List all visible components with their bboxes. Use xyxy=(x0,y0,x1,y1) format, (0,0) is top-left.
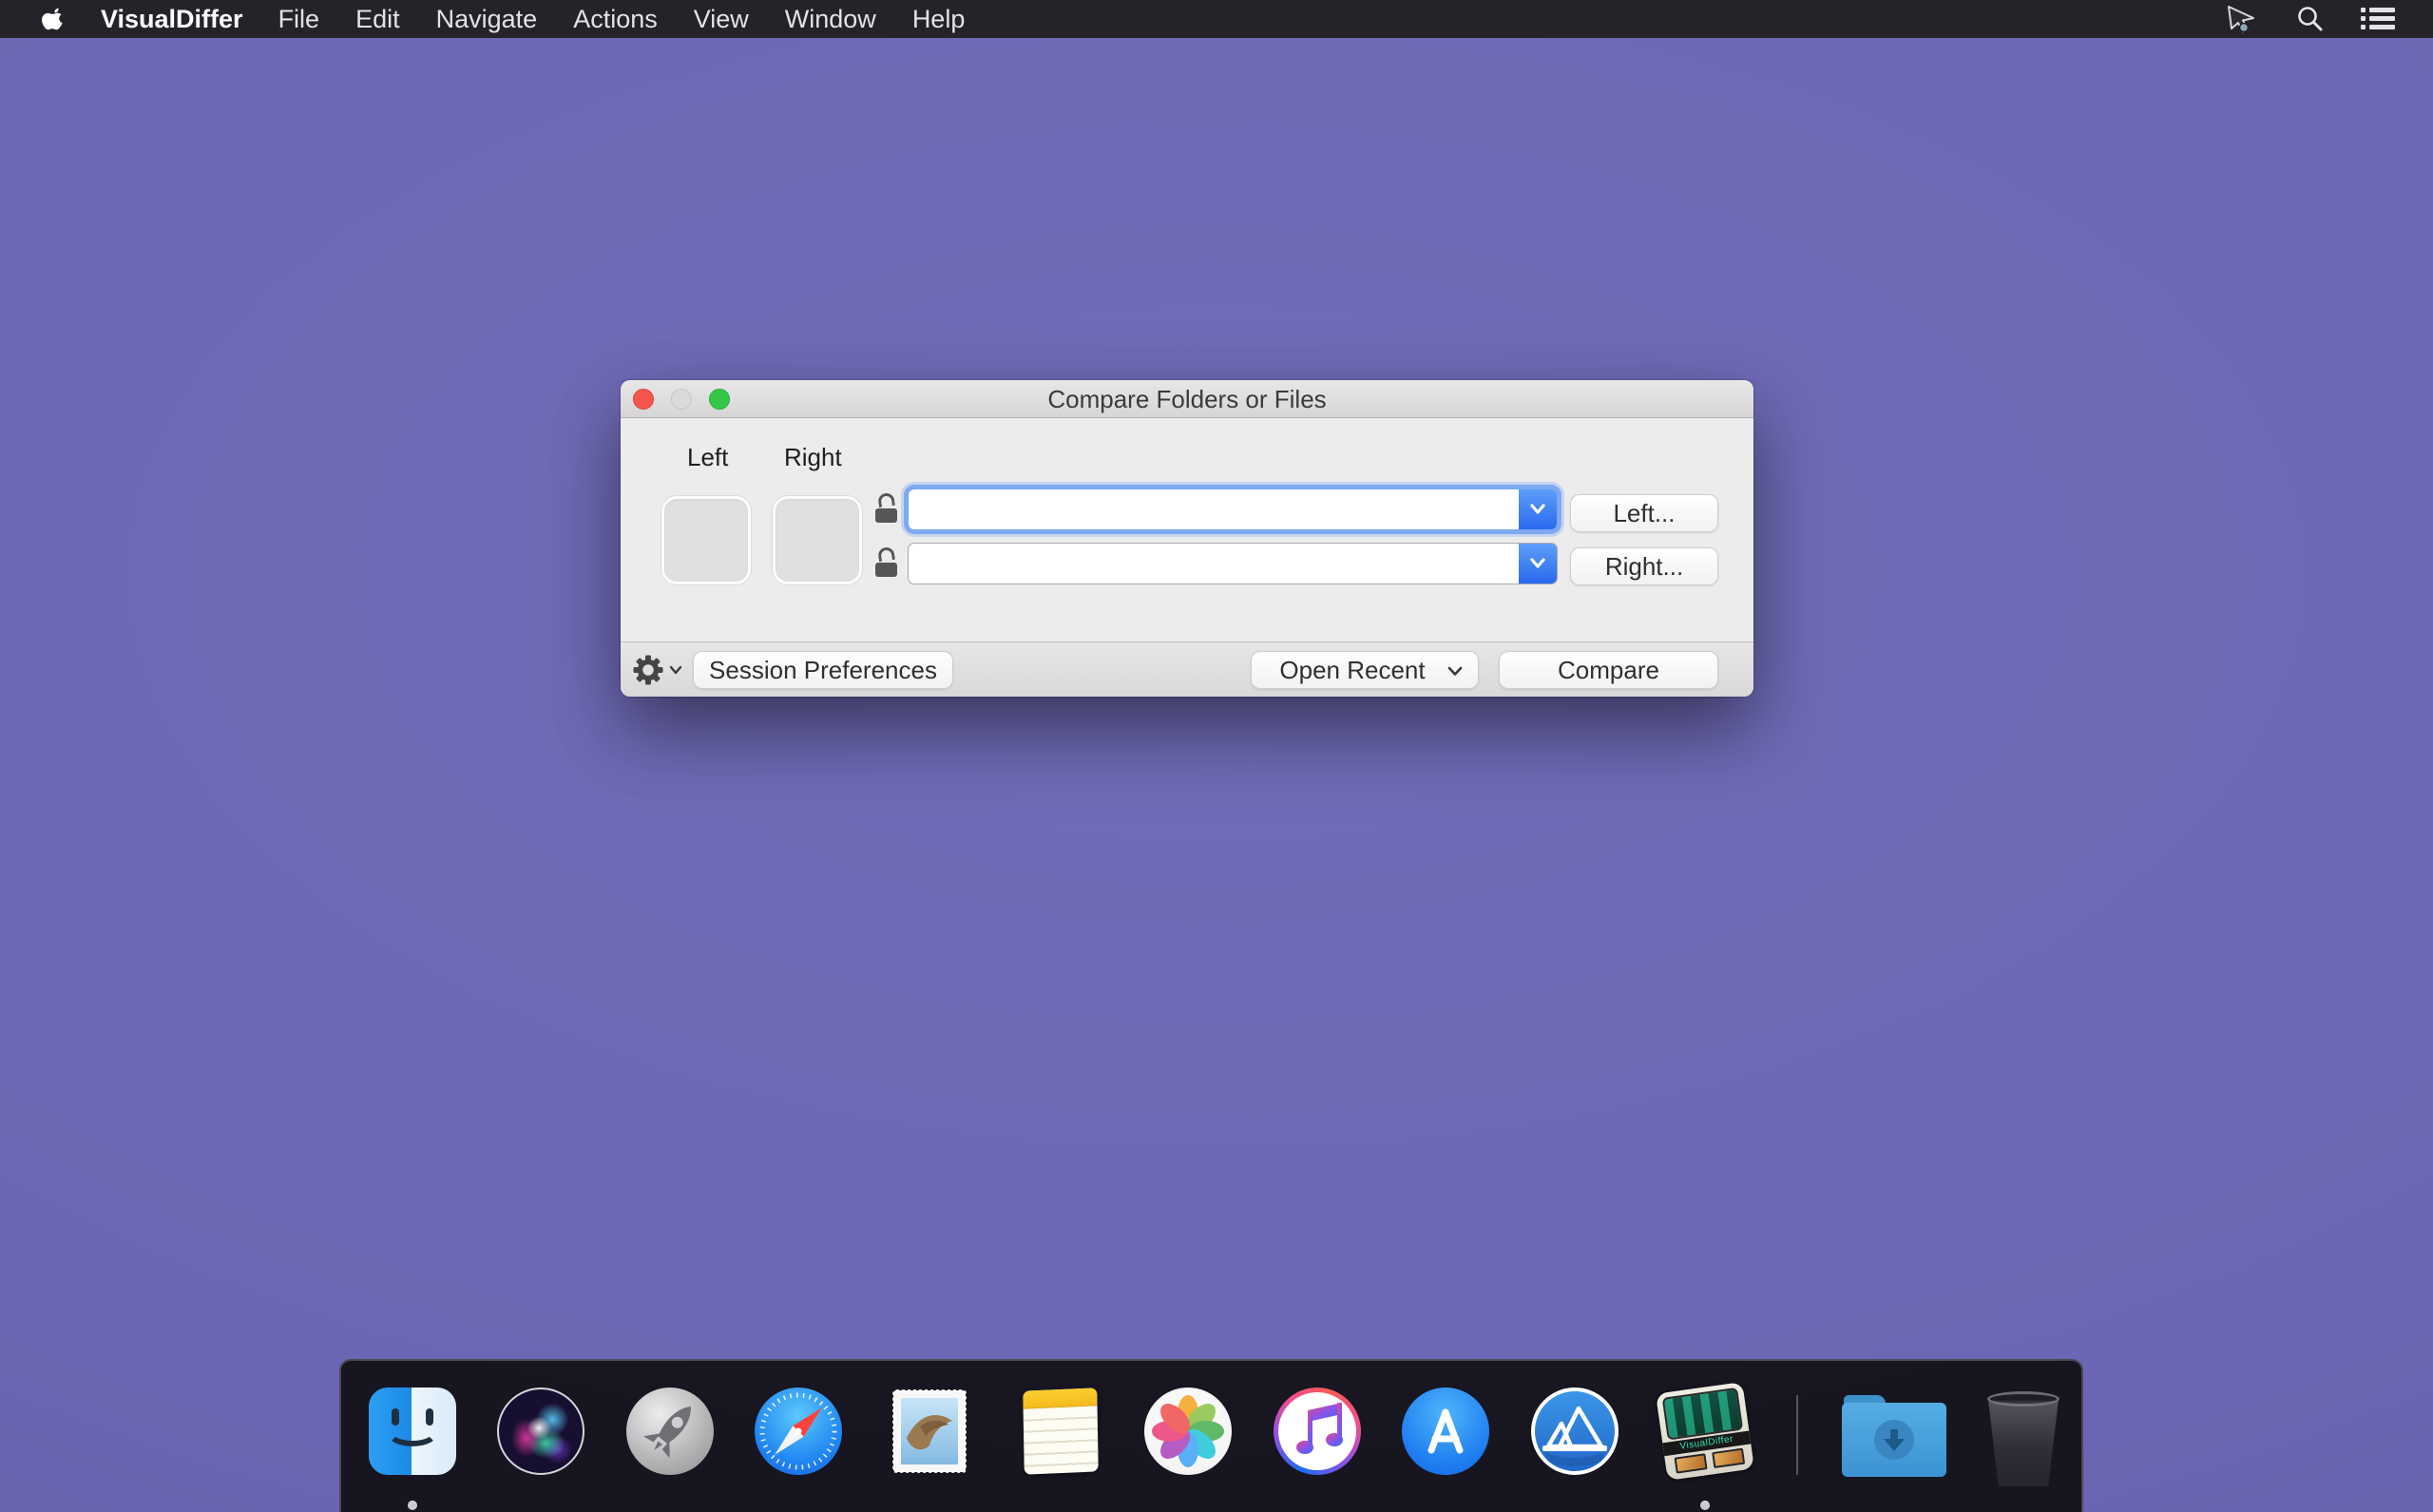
apple-logo-icon xyxy=(42,8,63,30)
dock-mail-icon[interactable] xyxy=(886,1388,973,1475)
pointer-status-icon[interactable] xyxy=(2224,4,2258,34)
finder-running-indicator xyxy=(408,1501,417,1510)
chevron-down-icon xyxy=(1530,558,1545,568)
chevron-down-icon xyxy=(1447,666,1463,676)
stamp-bird-image xyxy=(901,1398,958,1464)
dock-separator xyxy=(1796,1395,1798,1475)
compare-dialog-window: Compare Folders or Files Left Right Left… xyxy=(621,380,1753,697)
open-recent-dropdown[interactable]: Open Recent xyxy=(1251,651,1479,689)
search-icon[interactable] xyxy=(2292,4,2327,34)
left-path-input[interactable] xyxy=(910,491,1509,527)
dock-itunes-icon[interactable] xyxy=(1274,1388,1361,1475)
action-menu-button[interactable] xyxy=(633,655,682,685)
left-path-dropdown-button[interactable] xyxy=(1519,489,1557,529)
right-path-dropdown-button[interactable] xyxy=(1519,544,1557,584)
right-browse-button[interactable]: Right... xyxy=(1570,547,1718,585)
menu-view[interactable]: View xyxy=(676,5,767,34)
menu-navigate[interactable]: Navigate xyxy=(418,5,556,34)
left-lock-icon[interactable] xyxy=(875,491,898,523)
dock-photos-icon[interactable] xyxy=(1144,1388,1232,1475)
right-path-input[interactable] xyxy=(910,545,1509,582)
download-arrow-icon xyxy=(1874,1420,1914,1461)
chevron-down-icon xyxy=(1530,504,1545,514)
dock-downloads-folder-icon[interactable] xyxy=(1842,1395,1946,1477)
dock-app-store-icon[interactable] xyxy=(1402,1388,1489,1475)
menu-app-name[interactable]: VisualDiffer xyxy=(84,5,260,34)
menu-help[interactable]: Help xyxy=(894,5,984,34)
dock-finder-icon[interactable] xyxy=(369,1388,456,1475)
app-store-a-icon xyxy=(1427,1408,1464,1454)
open-recent-label: Open Recent xyxy=(1279,655,1426,684)
dock: VisualDiffer xyxy=(339,1359,2083,1512)
menu-file[interactable]: File xyxy=(260,5,338,34)
notification-list-icon[interactable] xyxy=(2361,4,2395,34)
left-folder-drop-well[interactable] xyxy=(661,496,751,584)
apple-menu[interactable] xyxy=(23,6,84,32)
dock-notes-icon[interactable] xyxy=(1016,1388,1103,1475)
session-preferences-button[interactable]: Session Preferences xyxy=(693,651,953,689)
left-browse-button[interactable]: Left... xyxy=(1570,494,1718,532)
chevron-down-icon xyxy=(669,665,682,675)
right-column-label: Right xyxy=(784,443,842,471)
menu-status-area xyxy=(2224,0,2395,38)
left-column-label: Left xyxy=(687,443,729,471)
visualdiffer-running-indicator xyxy=(1700,1501,1710,1510)
right-folder-drop-well[interactable] xyxy=(773,496,862,584)
dock-visualdiffer-icon[interactable]: VisualDiffer xyxy=(1656,1382,1754,1481)
dock-trash-icon[interactable] xyxy=(1981,1389,2066,1486)
menu-window[interactable]: Window xyxy=(767,5,894,34)
right-path-combobox xyxy=(908,543,1558,584)
dock-siri-icon[interactable] xyxy=(497,1388,584,1475)
dock-mountain-app-icon[interactable] xyxy=(1531,1388,1619,1475)
menu-edit[interactable]: Edit xyxy=(337,5,418,34)
rocket-icon xyxy=(643,1406,691,1459)
compare-button[interactable]: Compare xyxy=(1499,651,1718,689)
compass-icon xyxy=(759,1392,837,1470)
right-lock-icon[interactable] xyxy=(875,545,898,577)
menu-bar: VisualDiffer File Edit Navigate Actions … xyxy=(0,0,2433,38)
dock-safari-icon[interactable] xyxy=(755,1388,842,1475)
dialog-bottom-bar: Session Preferences Open Recent Compare xyxy=(621,641,1753,697)
dialog-title-bar[interactable]: Compare Folders or Files xyxy=(621,380,1753,418)
dock-launchpad-icon[interactable] xyxy=(626,1388,714,1475)
menu-actions[interactable]: Actions xyxy=(555,5,676,34)
dialog-title: Compare Folders or Files xyxy=(1047,385,1327,413)
mountain-icon xyxy=(1542,1406,1607,1466)
gear-icon xyxy=(633,655,663,685)
flower-icon xyxy=(1152,1395,1224,1467)
music-note-icon xyxy=(1296,1403,1343,1454)
left-path-combobox xyxy=(908,488,1558,530)
